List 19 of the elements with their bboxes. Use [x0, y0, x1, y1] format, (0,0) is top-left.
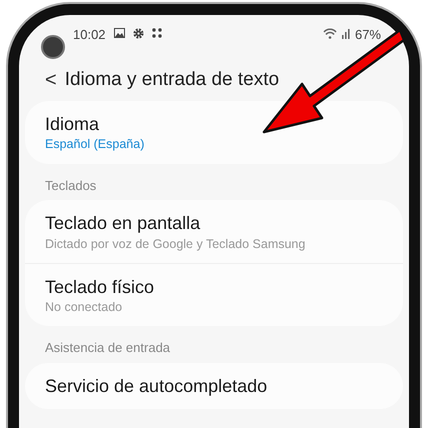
gear-icon — [132, 28, 144, 39]
wifi-icon — [322, 28, 337, 39]
status-time: 10:02 — [73, 26, 106, 44]
setting-title[interactable]: Teclado físico — [45, 276, 383, 300]
setting-title[interactable]: Idioma — [45, 113, 383, 136]
section-header: Asistencia de entrada — [44, 339, 172, 358]
setting-summary: Dictado por voz de Google y Teclado Samsung — [45, 236, 306, 252]
section-header: Teclados — [44, 176, 98, 195]
battery-percent: 67% — [354, 26, 381, 44]
setting-title[interactable]: Teclado en pantalla — [45, 212, 383, 236]
signal-icon — [340, 28, 351, 39]
setting-summary: No conectado — [45, 299, 124, 316]
setting-title[interactable]: Servicio de autocompletado — [45, 374, 383, 398]
image-icon — [114, 28, 125, 38]
back-button[interactable]: < — [45, 65, 65, 95]
camera-icon — [41, 35, 65, 59]
setting-value: Español (España) — [45, 136, 146, 153]
apps-icon — [152, 28, 162, 38]
page-title: Idioma y entrada de texto — [64, 68, 280, 92]
